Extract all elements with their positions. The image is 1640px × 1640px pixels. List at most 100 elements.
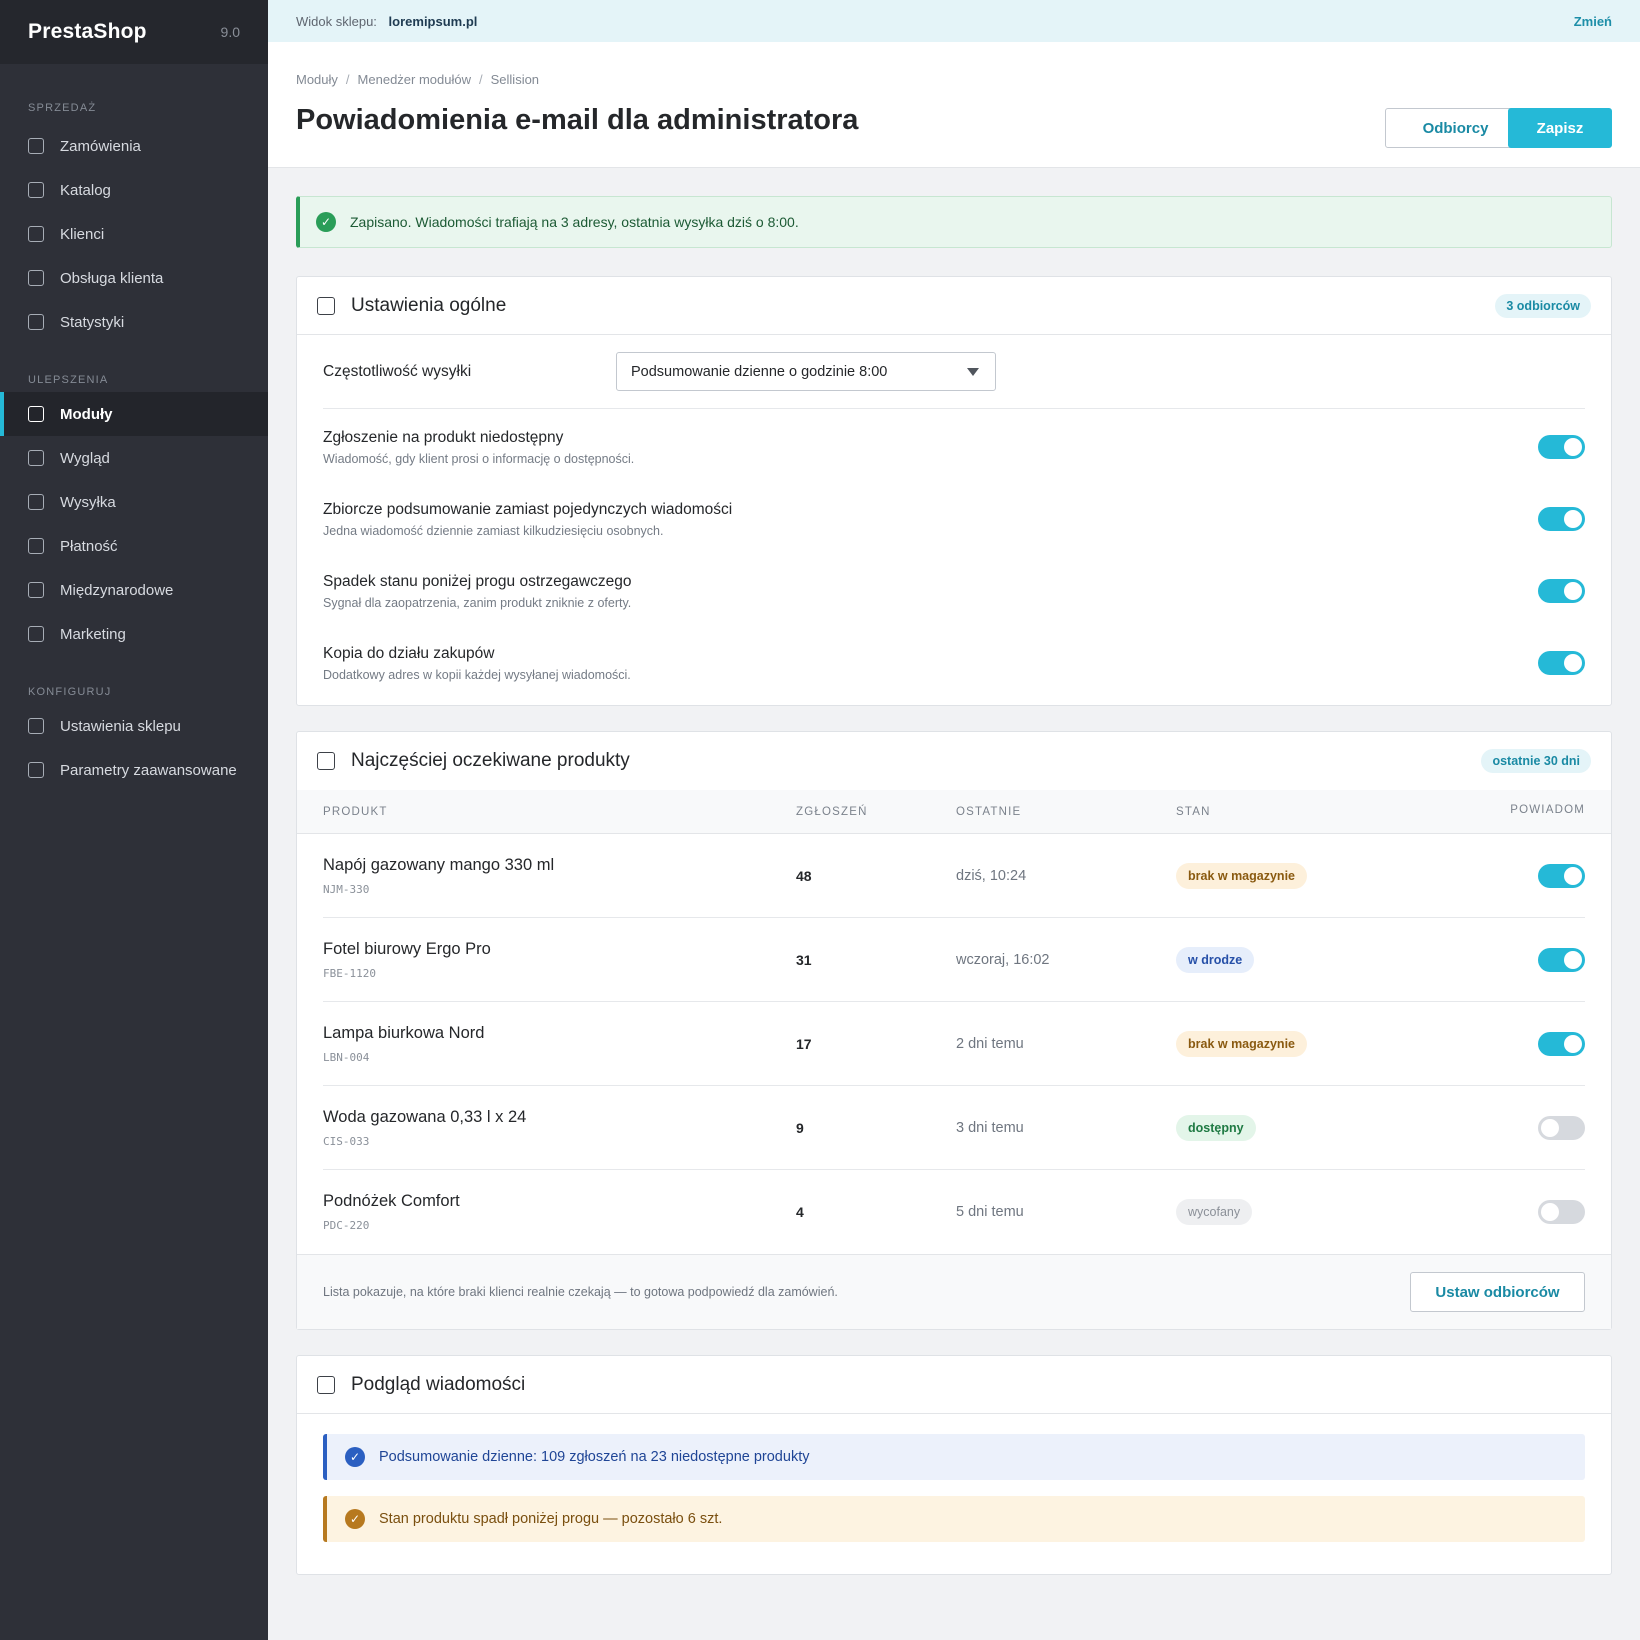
status-badge: brak w magazynie [1176,1030,1307,1057]
frequency-select[interactable]: Podsumowanie dzienne o godzinie 8:00 [616,352,996,391]
nav-label: Wysyłka [60,493,116,511]
checkbox-icon[interactable] [317,752,335,770]
caret-down-icon [967,368,979,376]
breadcrumb-item[interactable]: Menedżer modułów [358,72,471,87]
main-content: ✓ Zapisano. Wiadomości trafiają na 3 adr… [296,196,1612,1575]
checkbox-icon [28,538,44,554]
product-sku: CIS-033 [323,1134,370,1148]
card-title: Ustawienia ogólne [351,294,507,316]
nav-item-shipping[interactable]: Wysyłka [0,480,268,524]
nav-item-modules[interactable]: Moduły [0,392,268,436]
status-badge: brak w magazynie [1176,862,1307,889]
notify-switch[interactable] [1538,1031,1585,1056]
request-count: 48 [796,867,812,884]
brand[interactable]: PrestaShop 9.0 [0,0,268,64]
col-requests[interactable]: ZGŁOSZEŃ [796,790,868,833]
nav-section-configure: KONFIGURUJ [28,686,112,698]
nav-item-shop-settings[interactable]: Ustawienia sklepu [0,704,268,748]
checkbox-icon [28,138,44,154]
nav-label: Marketing [60,625,126,643]
preview-message: ✓ Stan produktu spadł poniżej progu — po… [323,1496,1585,1542]
product-name[interactable]: Napój gazowany mango 330 ml [323,856,554,875]
card-title: Podgląd wiadomości [351,1373,526,1395]
purchasing-copy-switch[interactable] [1538,651,1585,675]
nav-item-catalog[interactable]: Katalog [0,168,268,212]
col-last[interactable]: OSTATNIE [956,790,1021,833]
toggle-desc: Jedna wiadomość dziennie zamiast kilkudz… [323,523,664,538]
change-shop-link[interactable]: Zmień [1574,14,1612,29]
checkbox-icon [28,270,44,286]
nav-item-customers[interactable]: Klienci [0,212,268,256]
checkbox-icon[interactable] [317,296,335,315]
nav-label: Wygląd [60,449,110,467]
request-count: 4 [796,1204,804,1220]
brand-name: PrestaShop [28,20,147,43]
preview-message: ✓ Podsumowanie dzienne: 109 zgłoszeń na … [323,1434,1585,1480]
success-alert: ✓ Zapisano. Wiadomości trafiają na 3 adr… [296,196,1612,248]
nav-label: Ustawienia sklepu [60,717,181,735]
shop-view-label: Widok sklepu: [296,13,377,29]
set-recipients-button[interactable]: Ustaw odbiorców [1410,1272,1585,1312]
request-count: 31 [796,951,812,968]
shop-bar: Widok sklepu: loremipsum.pl Zmień [268,0,1640,42]
nav-item-advanced[interactable]: Parametry zaawansowane [0,748,268,792]
frequency-label: Częstotliwość wysyłki [323,362,472,380]
checkbox-icon [28,762,44,778]
footer-note: Lista pokazuje, na które braki klienci r… [323,1285,838,1299]
nav-label: Międzynarodowe [60,581,174,599]
checkbox-icon [28,450,44,466]
checkbox-icon [28,626,44,642]
check-circle-icon: ✓ [345,1509,365,1529]
nav-item-customer-service[interactable]: Obsługa klienta [0,256,268,300]
card-footer: Lista pokazuje, na które braki klienci r… [297,1254,1611,1329]
checkbox-icon [28,182,44,198]
checkbox-icon [28,226,44,242]
product-name[interactable]: Woda gazowana 0,33 l x 24 [323,1108,526,1127]
table-header: PRODUKT ZGŁOSZEŃ OSTATNIE STAN POWIADOM [297,790,1611,834]
product-name[interactable]: Fotel biurowy Ergo Pro [323,940,491,959]
col-notify: POWIADOM [1510,804,1585,816]
nav-item-international[interactable]: Międzynarodowe [0,568,268,612]
col-product[interactable]: PRODUKT [323,790,388,833]
product-sku: PDC-220 [323,1219,370,1232]
notify-unavailable-switch[interactable] [1538,435,1585,459]
status-badge: w drodze [1176,946,1255,973]
recipients-button[interactable]: Odbiorcy [1385,108,1526,148]
table-row: Woda gazowana 0,33 l x 24 CIS-033 9 3 dni… [323,1086,1585,1170]
preview-message-text: Stan produktu spadł poniżej progu — pozo… [379,1511,723,1527]
nav-label: Statystyki [60,313,125,331]
request-count: 9 [796,1119,804,1136]
product-name[interactable]: Lampa biurkowa Nord [323,1024,484,1043]
checkbox-icon [28,494,44,510]
last-request: 2 dni temu [956,1035,1024,1052]
toggle-title: Zgłoszenie na produkt niedostępny [323,428,564,446]
nav-item-marketing[interactable]: Marketing [0,612,268,656]
nav-item-stats[interactable]: Statystyki [0,300,268,344]
notify-switch[interactable] [1538,863,1585,888]
digest-switch[interactable] [1538,507,1585,531]
notify-switch[interactable] [1538,1200,1585,1224]
product-name[interactable]: Podnóżek Comfort [323,1192,460,1211]
sidebar: PrestaShop 9.0 SPRZEDAŻ Zamówienia Katal… [0,0,268,1640]
nav-item-orders[interactable]: Zamówienia [0,124,268,168]
nav-section-improve: ULEPSZENIA [28,374,109,386]
breadcrumb-item[interactable]: Moduły [296,72,338,87]
low-stock-switch[interactable] [1538,579,1585,603]
table-row: Napój gazowany mango 330 ml NJM-330 48 dz… [323,834,1585,918]
col-status[interactable]: STAN [1176,790,1211,833]
product-sku: FBE-1120 [323,966,376,980]
save-button[interactable]: Zapisz [1508,108,1612,148]
product-sku: LBN-004 [323,1050,370,1064]
checkbox-icon [28,406,44,422]
period-badge: ostatnie 30 dni [1481,749,1591,773]
checkbox-icon[interactable] [317,1375,335,1394]
nav-item-design[interactable]: Wygląd [0,436,268,480]
breadcrumb-item: Sellision [490,72,540,87]
shop-name-link[interactable]: loremipsum.pl [389,14,478,29]
table-row: Podnóżek Comfort PDC-220 4 5 dni temu wyc… [323,1170,1585,1254]
awaited-products-card: Najczęściej oczekiwane produkty ostatnie… [296,731,1612,1330]
notify-switch[interactable] [1538,947,1585,972]
nav-item-payment[interactable]: Płatność [0,524,268,568]
notify-switch[interactable] [1538,1115,1585,1140]
toggle-title: Spadek stanu poniżej progu ostrzegawczeg… [323,572,632,590]
